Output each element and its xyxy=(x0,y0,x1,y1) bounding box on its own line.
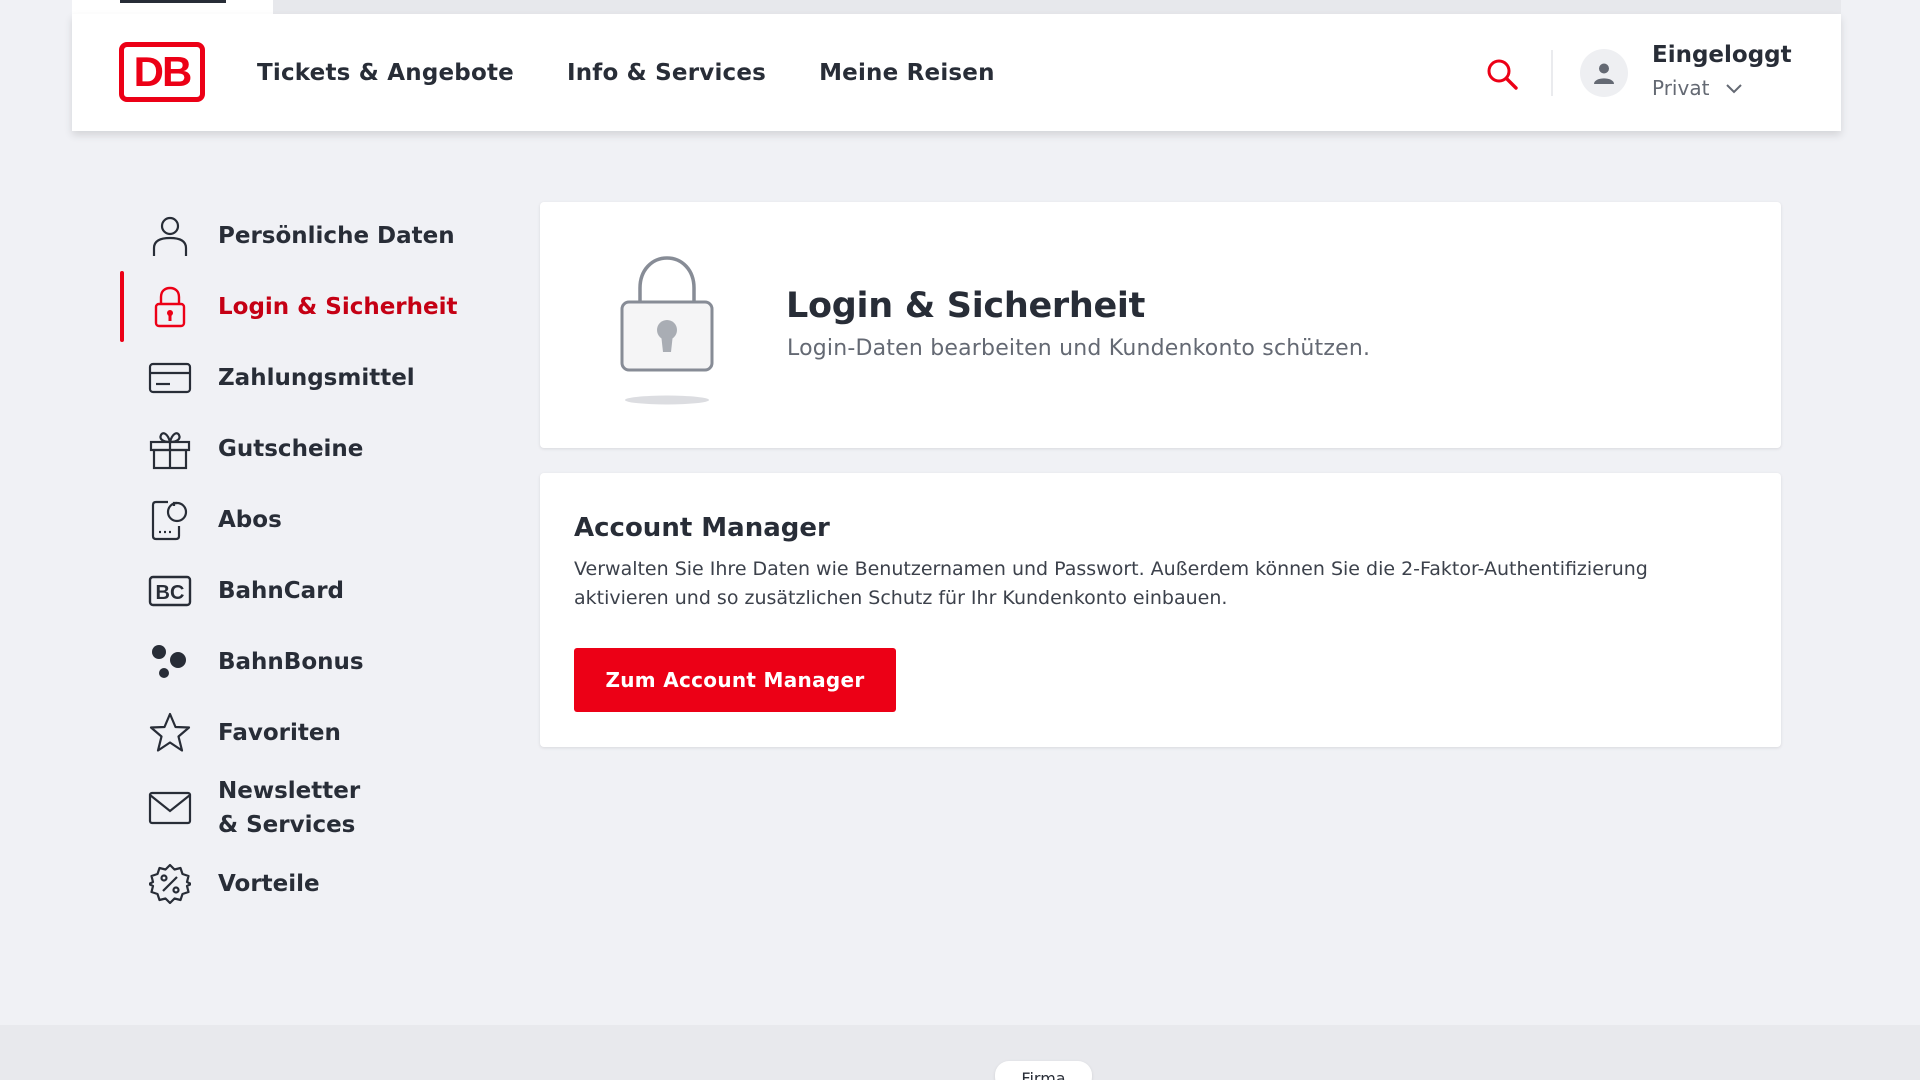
account-type-label: Privat xyxy=(1652,76,1710,100)
page-subtitle: Login-Daten bearbeiten und Kundenkonto s… xyxy=(787,336,1371,361)
logo-text: DB xyxy=(133,48,193,95)
sidebar-item-persoenliche-daten[interactable]: Persönliche Daten xyxy=(120,200,480,271)
bahnbonus-icon xyxy=(148,640,192,684)
sidebar-item-label: Persönliche Daten xyxy=(218,222,455,249)
star-icon xyxy=(148,711,192,755)
page-title: Login & Sicherheit xyxy=(786,286,1146,326)
sidebar-item-gutscheine[interactable]: Gutscheine xyxy=(120,413,480,484)
sidebar-item-newsletter-services[interactable]: Newsletter & Services xyxy=(120,764,480,852)
sidebar-item-label: Zahlungsmittel xyxy=(218,364,415,391)
top-strip-active-tab xyxy=(120,0,226,3)
account-manager-card: Account Manager Verwalten Sie Ihre Daten… xyxy=(540,473,1781,747)
sidebar-item-label: BahnBonus xyxy=(218,648,364,675)
avatar[interactable] xyxy=(1580,49,1628,97)
nav-tickets-angebote[interactable]: Tickets & Angebote xyxy=(257,60,514,86)
sidebar-item-label: Abos xyxy=(218,506,282,533)
svg-text:BC: BC xyxy=(156,582,185,604)
page-footer xyxy=(0,1025,1920,1080)
user-login-status[interactable]: Eingeloggt xyxy=(1652,42,1792,68)
search-button[interactable] xyxy=(1482,54,1522,94)
sidebar-item-zahlungsmittel[interactable]: Zahlungsmittel xyxy=(120,342,480,413)
padlock-illustration-icon xyxy=(620,256,714,405)
sidebar-item-label: Vorteile xyxy=(218,870,320,897)
envelope-icon xyxy=(148,786,192,830)
nav-meine-reisen[interactable]: Meine Reisen xyxy=(819,60,995,86)
login-security-hero-card: Login & Sicherheit Login-Daten bearbeite… xyxy=(540,202,1781,448)
sidebar-item-label: BahnCard xyxy=(218,577,345,604)
person-icon xyxy=(148,214,192,258)
subscription-icon xyxy=(148,498,192,542)
gift-icon xyxy=(148,427,192,471)
nav-info-services[interactable]: Info & Services xyxy=(567,60,766,86)
site-header: DB Tickets & Angebote Info & Services Me… xyxy=(72,14,1841,131)
sidebar-item-login-sicherheit[interactable]: Login & Sicherheit xyxy=(120,271,480,342)
sidebar-item-abos[interactable]: Abos xyxy=(120,484,480,555)
percent-badge-icon xyxy=(148,862,192,906)
sidebar-item-label: Newsletter & Services xyxy=(218,778,361,838)
bahncard-icon: BC xyxy=(148,569,192,613)
sidebar-item-bahnbonus[interactable]: BahnBonus xyxy=(120,626,480,697)
main-nav: Tickets & Angebote Info & Services Meine… xyxy=(257,14,995,131)
account-type-dropdown[interactable]: Privat xyxy=(1652,76,1743,100)
sidebar-item-label: Gutscheine xyxy=(218,435,364,462)
account-manager-title: Account Manager xyxy=(574,513,830,543)
account-manager-description: Verwalten Sie Ihre Daten wie Benutzernam… xyxy=(574,558,1648,609)
sidebar-item-bahncard[interactable]: BC BahnCard xyxy=(120,555,480,626)
footer-chip-firma[interactable]: Firma xyxy=(995,1061,1092,1080)
search-icon xyxy=(1487,59,1518,90)
db-logo[interactable]: DB xyxy=(119,42,205,102)
sidebar-item-favoriten[interactable]: Favoriten xyxy=(120,697,480,768)
lock-icon xyxy=(148,285,192,329)
credit-card-icon xyxy=(148,356,192,400)
account-manager-button[interactable]: Zum Account Manager xyxy=(574,648,896,712)
chevron-down-icon xyxy=(1726,84,1743,94)
sidebar-item-label: Login & Sicherheit xyxy=(218,293,458,320)
sidebar-item-label: Favoriten xyxy=(218,719,341,746)
user-icon xyxy=(1594,63,1614,84)
header-divider xyxy=(1551,50,1553,96)
account-sidebar: Persönliche Daten Login & Sicherheit Zah… xyxy=(120,200,480,919)
top-strip xyxy=(72,0,1841,14)
sidebar-item-vorteile[interactable]: Vorteile xyxy=(120,848,480,919)
